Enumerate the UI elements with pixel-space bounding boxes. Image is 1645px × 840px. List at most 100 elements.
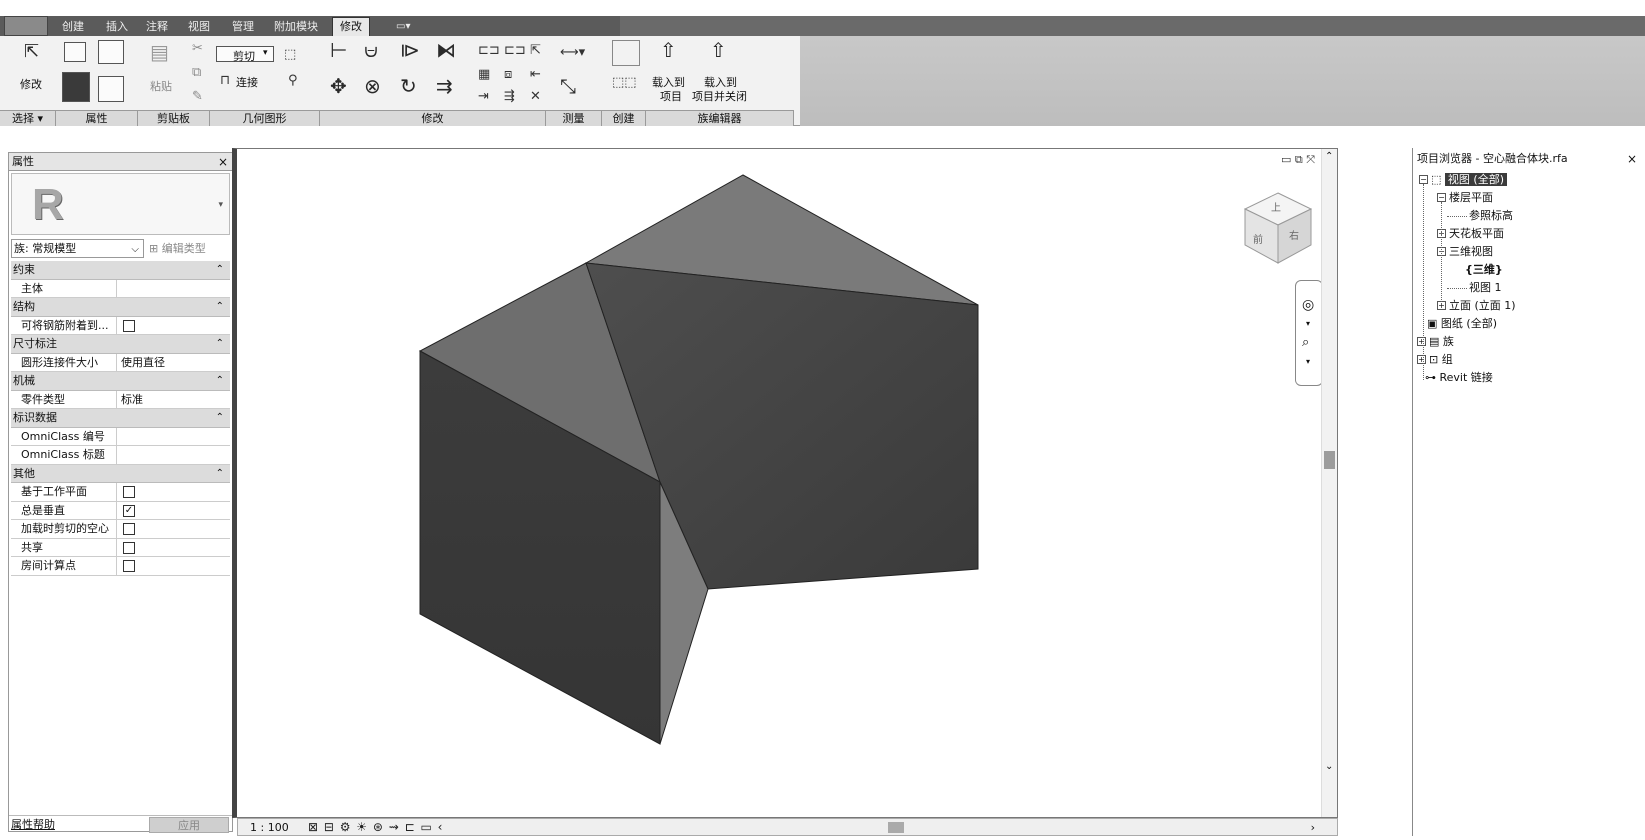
- tree-ceiling-plans[interactable]: + 天花板平面: [1437, 226, 1504, 242]
- vertical-scrollbar[interactable]: ⌃ ⌄: [1321, 149, 1337, 817]
- collapse-icon[interactable]: −: [1437, 193, 1446, 202]
- rotate-icon[interactable]: ↻: [400, 76, 417, 96]
- family-types-icon[interactable]: [64, 42, 86, 62]
- load-and-close-icon[interactable]: ⇧: [710, 40, 727, 60]
- copy-element-icon[interactable]: ⊗: [364, 76, 381, 96]
- drawing-area[interactable]: ▭ ⧉ ⤧ 上 前 右 ◎ ▾ ⌕ ▾ ⌃ ⌄: [232, 148, 1338, 818]
- viewcube-right-label[interactable]: 右: [1289, 227, 1299, 242]
- tree-elevations[interactable]: + 立面 (立面 1): [1437, 298, 1516, 314]
- scroll-right-icon[interactable]: ›: [1311, 819, 1315, 836]
- match-properties-icon[interactable]: ✎: [192, 90, 203, 103]
- steering-wheel-icon[interactable]: ◎: [1302, 297, 1314, 313]
- create-similar-icon[interactable]: [612, 40, 640, 66]
- collapse-icon[interactable]: −: [1419, 175, 1428, 184]
- copy-icon[interactable]: ⧉: [192, 66, 201, 79]
- scroll-down-icon[interactable]: ⌄: [1325, 761, 1333, 772]
- apply-button[interactable]: 应用: [149, 817, 229, 833]
- trim-multiple-icon[interactable]: ⇶: [504, 90, 515, 103]
- load-into-project-icon[interactable]: ⇧: [660, 40, 677, 60]
- category-constraints[interactable]: 约束 ⌃: [11, 261, 230, 280]
- family-category-icon[interactable]: [98, 40, 124, 64]
- category-structure[interactable]: 结构 ⌃: [11, 298, 230, 317]
- cut-geometry-button[interactable]: 剪切 ▾: [216, 46, 274, 63]
- tab-modify[interactable]: 修改: [332, 17, 370, 36]
- offset-icon[interactable]: ⩁: [364, 40, 378, 60]
- viewcube-top-label[interactable]: 上: [1271, 199, 1281, 214]
- cut-with-voids-checkbox[interactable]: [123, 523, 135, 535]
- property-value[interactable]: 标准: [119, 391, 229, 409]
- trim-extend-corner-icon[interactable]: ⇉: [436, 76, 453, 96]
- move-icon[interactable]: ✥: [330, 76, 347, 96]
- tree-floor-plans[interactable]: − 楼层平面: [1437, 190, 1493, 206]
- view-control-icons[interactable]: ⊠ ⊟ ⚙ ☀ ⊛ ⇝ ⊏ ▭ ‹: [308, 819, 443, 836]
- viewcube-front-label[interactable]: 前: [1253, 231, 1263, 246]
- create-group-icon[interactable]: ⬚⬚: [612, 76, 637, 89]
- category-other[interactable]: 其他 ⌃: [11, 464, 230, 483]
- rebar-attach-checkbox[interactable]: [123, 319, 135, 332]
- mirror-draw-axis-icon[interactable]: ⧑: [436, 40, 456, 60]
- tab-addins[interactable]: 附加模块: [272, 18, 320, 36]
- scale-icon[interactable]: ⧈: [504, 68, 512, 81]
- pin-icon[interactable]: ⇤: [530, 68, 541, 81]
- property-value[interactable]: 使用直径: [119, 354, 229, 372]
- modify-button[interactable]: 修改: [20, 76, 42, 92]
- category-dimensions[interactable]: 尺寸标注 ⌃: [11, 335, 230, 354]
- measure-distance-icon[interactable]: ⟷▾: [560, 46, 585, 59]
- close-icon[interactable]: ×: [1627, 150, 1637, 168]
- tab-annotate[interactable]: 注释: [144, 18, 170, 36]
- mirror-pick-axis-icon[interactable]: ⧐: [400, 40, 420, 60]
- join-geometry-button[interactable]: 连接: [236, 74, 258, 90]
- paste-icon[interactable]: ▤: [150, 42, 169, 62]
- align-icon[interactable]: ⊢: [330, 40, 347, 60]
- work-plane-based-checkbox[interactable]: [123, 486, 135, 498]
- expand-icon[interactable]: +: [1437, 301, 1446, 310]
- shared-checkbox[interactable]: [123, 541, 135, 554]
- type-properties-icon[interactable]: [98, 76, 124, 102]
- scroll-up-icon[interactable]: ⌃: [1325, 151, 1333, 162]
- tree-views-all[interactable]: − ⬚ 视图 (全部): [1419, 172, 1507, 188]
- view-scale[interactable]: 1 : 100: [250, 819, 289, 836]
- unpin-icon[interactable]: ⇱: [530, 44, 541, 57]
- tree-ref-level[interactable]: 参照标高: [1469, 208, 1513, 224]
- chevron-down-icon[interactable]: ▾: [1306, 319, 1310, 328]
- type-selector[interactable]: R ▾: [11, 173, 230, 235]
- family-select[interactable]: 族: 常规模型 ⌵: [11, 239, 144, 258]
- tree-view-1[interactable]: 视图 1: [1469, 280, 1502, 296]
- split-face-icon[interactable]: ⬚: [284, 48, 296, 61]
- scroll-thumb[interactable]: [1324, 451, 1335, 469]
- cut-icon[interactable]: ✂: [192, 42, 203, 55]
- paint-icon[interactable]: ⚲: [288, 74, 298, 87]
- viewcube-icon[interactable]: [1235, 185, 1321, 271]
- category-identity-data[interactable]: 标识数据 ⌃: [11, 409, 230, 428]
- close-icon[interactable]: ×: [218, 153, 228, 171]
- edit-type-button[interactable]: ⊞ 编辑类型: [147, 239, 230, 258]
- trim-single-icon[interactable]: ⇥: [478, 90, 489, 103]
- horizontal-scroll-thumb[interactable]: [888, 822, 904, 833]
- split-gap-icon[interactable]: ⊏⊐: [504, 44, 526, 57]
- 3d-solid-model[interactable]: [237, 149, 1319, 817]
- array-icon[interactable]: ▦: [478, 68, 490, 81]
- application-menu-button[interactable]: [4, 16, 48, 36]
- properties-toggle-icon[interactable]: [62, 72, 90, 102]
- property-value[interactable]: [119, 428, 229, 446]
- ribbon-minimize-toggle[interactable]: ▭▾: [394, 18, 412, 36]
- load-and-close-line2[interactable]: 项目并关闭: [692, 88, 747, 104]
- tab-manage[interactable]: 管理: [230, 18, 256, 36]
- expand-icon[interactable]: +: [1417, 337, 1426, 346]
- tree-3d-default[interactable]: {三维}: [1465, 262, 1503, 278]
- chevron-down-icon[interactable]: ▾: [1306, 357, 1310, 366]
- tab-insert[interactable]: 插入: [104, 18, 130, 36]
- room-calc-point-checkbox[interactable]: [123, 560, 135, 572]
- tab-view[interactable]: 视图: [186, 18, 212, 36]
- tree-revit-links[interactable]: ⊶ Revit 链接: [1425, 370, 1493, 386]
- property-value[interactable]: [119, 280, 229, 298]
- tree-sheets[interactable]: ▣ 图纸 (全部): [1427, 316, 1497, 332]
- category-mechanical[interactable]: 机械 ⌃: [11, 372, 230, 391]
- expand-icon[interactable]: +: [1417, 355, 1426, 364]
- panel-select-label[interactable]: 选择 ▾: [0, 110, 56, 126]
- property-value[interactable]: [119, 446, 229, 464]
- aligned-dimension-icon[interactable]: ⤡: [560, 76, 576, 96]
- paste-button[interactable]: 粘贴: [150, 78, 172, 94]
- delete-icon[interactable]: ✕: [530, 90, 541, 103]
- split-element-icon[interactable]: ⊏⊐: [478, 44, 500, 57]
